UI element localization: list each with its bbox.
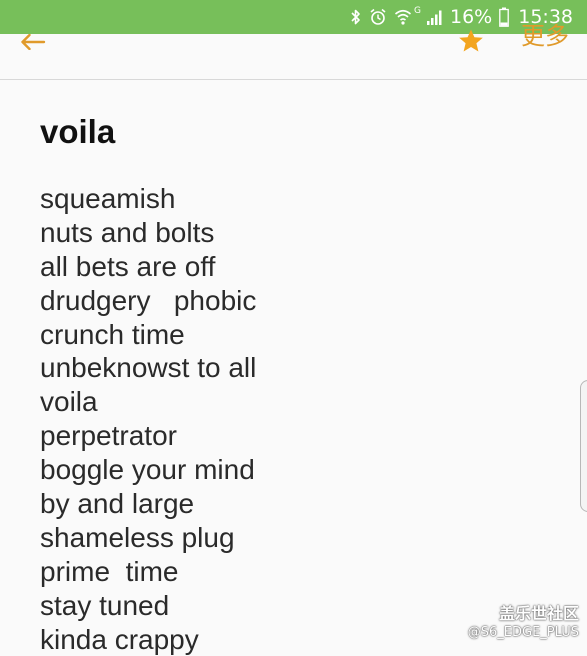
note-line: by and large [40, 488, 195, 520]
alarm-icon [369, 8, 387, 26]
arrow-left-icon [20, 34, 46, 50]
note-line: shameless plug [40, 521, 235, 553]
note-line: prime time [40, 555, 179, 587]
signal-icon [426, 8, 444, 26]
bluetooth-icon [350, 8, 362, 26]
note-title: voila [40, 113, 116, 150]
note-line: boggle your mind [40, 454, 255, 486]
back-button[interactable] [20, 34, 50, 50]
watermark-title: 盖乐世社区 [498, 604, 579, 623]
note-line: nuts and bolts [40, 216, 215, 248]
battery-icon [499, 7, 510, 27]
note-line: perpetrator [40, 420, 177, 452]
network-type-label: G [414, 6, 421, 16]
favorite-button[interactable] [457, 28, 485, 54]
app-bar: 更多 [0, 22, 587, 80]
watermark: 盖乐世社区 @S6_EDGE_PLUS [468, 604, 579, 642]
note-line: squeamish [40, 183, 176, 214]
note-line: unbeknowst to all [40, 352, 257, 384]
note-line: all bets are off [40, 250, 216, 282]
watermark-handle: @S6_EDGE_PLUS [467, 625, 579, 640]
note-line: voila [40, 386, 98, 418]
note-body[interactable]: squeamish nuts and bolts all bets are of… [40, 182, 560, 656]
note-line: drudgery phobic [40, 284, 257, 316]
star-icon [457, 28, 485, 54]
status-bar: G 16% 15:38 [0, 0, 587, 34]
more-button[interactable]: 更多 [521, 20, 569, 52]
wifi-icon [394, 8, 412, 26]
edge-panel-handle[interactable] [580, 380, 587, 512]
note-line: crunch time [40, 318, 185, 350]
